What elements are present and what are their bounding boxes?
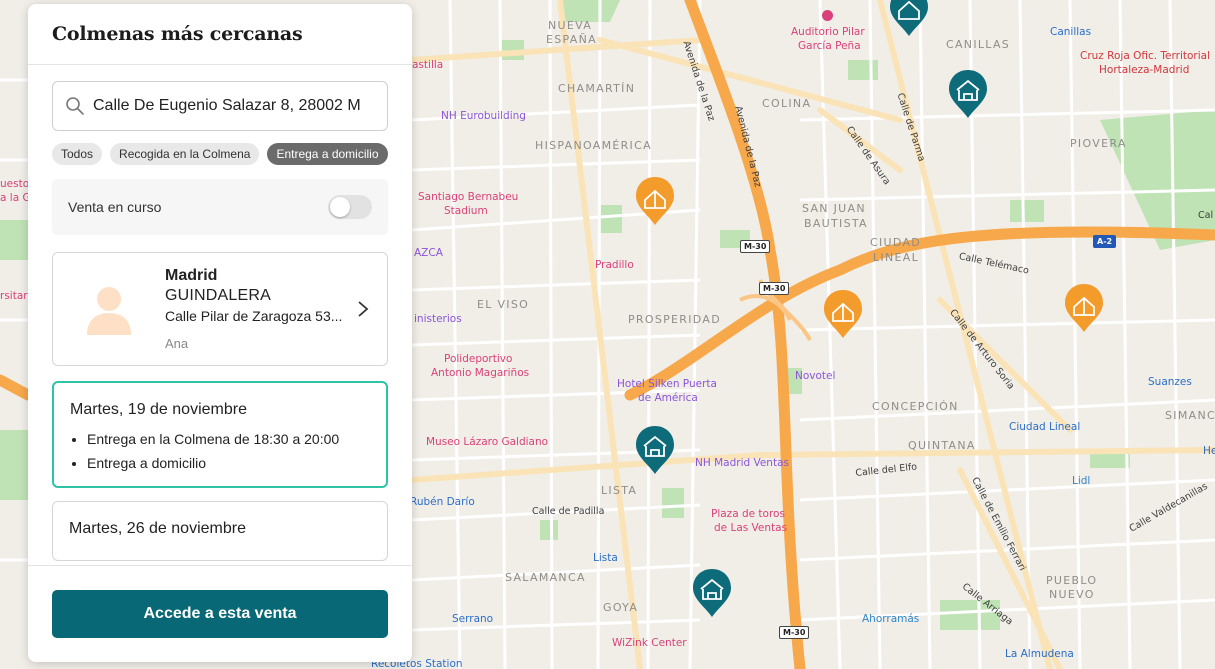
poi-label: He [1203, 445, 1215, 457]
hive-pin-orange[interactable] [1063, 282, 1105, 334]
sale-date: Martes, 19 de noviembre [70, 401, 247, 418]
poi-label: Lista [593, 552, 618, 564]
hive-city: Madrid [165, 267, 218, 284]
poi-label: Hotel Silken Puerta [617, 378, 717, 390]
map-district-label: PUEBLO [1046, 574, 1098, 587]
poi-label: Museo Lázaro Galdiano [426, 436, 549, 448]
poi-label: Cruz Roja Ofic. Territorial [1080, 50, 1210, 62]
map-district-label: HISPANOAMÉRICA [535, 139, 652, 152]
map-district-label: AZCA [414, 247, 443, 259]
map-district-label: EL VISO [477, 298, 530, 311]
map-district-label: COLINA [762, 97, 812, 110]
poi-label: García Peña [798, 40, 861, 52]
poi-label: Stadium [444, 205, 488, 217]
hive-pin-teal[interactable] [888, 0, 930, 38]
map-district-label: CHAMARTÍN [558, 82, 636, 95]
address-search[interactable] [52, 81, 388, 131]
hive-card[interactable]: Madrid GUINDALERA Calle Pilar de Zaragoz… [52, 252, 388, 366]
map-district-label: QUINTANA [908, 439, 976, 452]
map-district-label: LINEAL [873, 251, 920, 264]
panel-header: Colmenas más cercanas [28, 4, 412, 65]
poi-label: Suanzes [1148, 376, 1192, 388]
poi-label: Novotel [795, 370, 836, 382]
poi-marker[interactable] [822, 10, 837, 22]
map-district-label: BAUTISTA [804, 217, 868, 230]
poi-label: Pradillo [595, 259, 634, 271]
poi-label: rsitar [0, 290, 28, 302]
poi-label: Ahorramás [862, 613, 920, 625]
poi-label: Santiago Bernabeu [418, 191, 519, 203]
sale-option: Entrega a domicilio [87, 455, 370, 471]
map-district-label: ESPAÑA [546, 33, 597, 46]
chevron-right-icon [358, 301, 369, 317]
map-district-label: GOYA [603, 601, 639, 614]
poi-label: Lidl [1072, 475, 1091, 487]
poi-label: Antonio Magariños [431, 367, 530, 379]
hive-pin-teal[interactable] [947, 68, 989, 120]
map-district-label: SALAMANCA [505, 571, 586, 584]
filter-chips: Todos Recogida en la Colmena Entrega a d… [52, 143, 388, 165]
sale-in-progress-toggle[interactable] [328, 195, 372, 219]
toggle-knob [330, 197, 350, 217]
filter-chip-entrega[interactable]: Entrega a domicilio [267, 143, 388, 165]
map-district-label: CIUDAD [870, 236, 922, 249]
hive-pin-teal-selected[interactable] [634, 424, 676, 476]
road-shield: M-30 [779, 626, 810, 639]
poi-label: Canillas [1050, 26, 1092, 38]
poi-label: de América [638, 392, 698, 404]
poi-label: Hortaleza-Madrid [1099, 64, 1190, 76]
hive-pin-orange[interactable] [634, 175, 676, 227]
sale-date: Martes, 26 de noviembre [69, 520, 246, 537]
poi-label: astilla [412, 59, 444, 71]
panel-scroll-area[interactable]: Todos Recogida en la Colmena Entrega a d… [28, 66, 412, 565]
map-district-label: NUEVO [1049, 588, 1095, 601]
avatar-icon [87, 287, 131, 335]
map-district-label: PROSPERIDAD [628, 313, 721, 326]
poi-label: NH Eurobuilding [441, 110, 526, 122]
address-search-input[interactable] [93, 97, 375, 115]
road-shield: A-2 [1093, 235, 1117, 248]
road-shield: M-30 [759, 282, 790, 295]
poi-label: La Almudena [1005, 648, 1074, 660]
panel-footer: Accede a esta venta [28, 565, 412, 662]
map-district-label: LISTA [601, 484, 638, 497]
poi-label: inisterios [414, 313, 462, 325]
sale-card-selected[interactable]: Martes, 19 de noviembre Entrega en la Co… [52, 381, 388, 488]
nearest-hives-panel: Colmenas más cercanas Todos Recogida en … [28, 4, 412, 662]
road-shield: M-30 [740, 240, 771, 253]
sale-card[interactable]: Martes, 26 de noviembre [52, 501, 388, 561]
poi-label: Ciudad Lineal [1009, 421, 1081, 433]
map-district-label: PIOVERA [1070, 137, 1127, 150]
poi-label: de Las Ventas [714, 522, 788, 534]
hive-pin-teal[interactable] [691, 567, 733, 619]
sale-in-progress-label: Venta en curso [68, 199, 162, 215]
map-street-label: Cal [1198, 210, 1214, 221]
search-icon [66, 97, 84, 115]
filter-chip-recogida[interactable]: Recogida en la Colmena [110, 143, 260, 165]
hive-address: Calle Pilar de Zaragoza 53... [165, 308, 343, 324]
sale-option: Entrega en la Colmena de 18:30 a 20:00 [87, 431, 370, 447]
hive-pin-orange[interactable] [822, 288, 864, 340]
map-district-label: CONCEPCIÓN [872, 400, 959, 413]
poi-label: Serrano [452, 613, 494, 625]
access-sale-button[interactable]: Accede a esta venta [52, 590, 388, 638]
sale-in-progress-row: Venta en curso [52, 179, 388, 235]
hive-host: Ana [165, 336, 189, 351]
panel-title: Colmenas más cercanas [52, 23, 303, 45]
poi-label: WiZink Center [612, 637, 687, 649]
poi-label: uesto [0, 178, 30, 190]
sale-options: Entrega en la Colmena de 18:30 a 20:00 E… [70, 431, 370, 471]
map-street-label: Calle de Padilla [532, 506, 605, 517]
map-district-label: SIMANCA [1165, 409, 1215, 422]
hive-name: GUINDALERA [165, 287, 272, 304]
poi-label: Auditorio Pilar [791, 26, 865, 38]
poi-label: Plaza de toros [711, 508, 785, 520]
poi-label: NH Madrid Ventas [695, 457, 789, 469]
filter-chip-todos[interactable]: Todos [52, 143, 103, 165]
poi-label: Polideportivo [444, 353, 513, 365]
map-district-label: SAN JUAN [802, 202, 866, 215]
map-district-label: NUEVA [548, 19, 593, 32]
map-district-label: CANILLAS [946, 38, 1011, 51]
poi-label: Rubén Darío [410, 496, 475, 508]
